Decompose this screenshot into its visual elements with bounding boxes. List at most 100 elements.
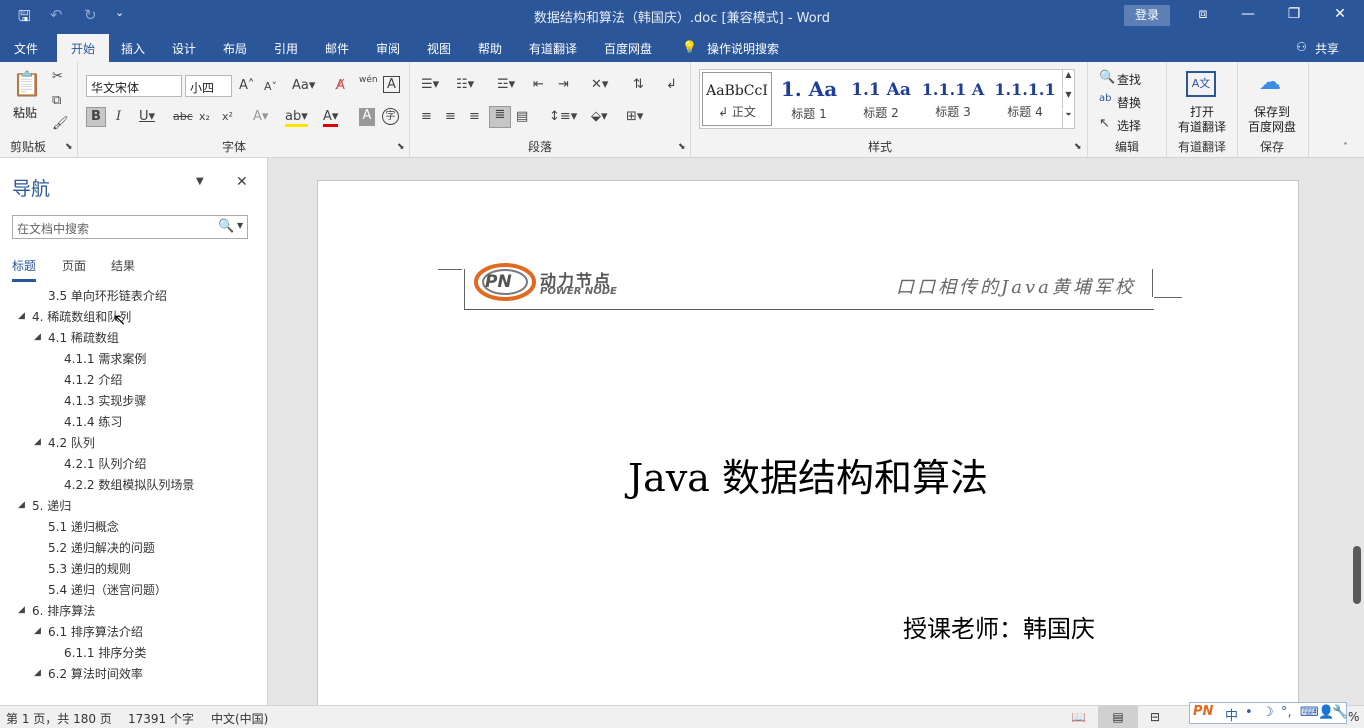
replace-button[interactable]: 替换	[1117, 94, 1141, 111]
shading-icon[interactable]: ⬙▾	[591, 109, 608, 124]
nav-heading-item[interactable]: 4.1.2 介绍	[64, 371, 122, 388]
tab-references[interactable]: 引用	[274, 40, 298, 57]
style-heading-3[interactable]: 1.1.1 A 标题 3	[918, 72, 988, 126]
login-button[interactable]: 登录	[1124, 5, 1170, 26]
superscript-icon[interactable]: x²	[222, 110, 233, 123]
borders-icon[interactable]: ⊞▾	[626, 109, 643, 124]
nav-heading-item[interactable]: 3.5 单向环形链表介绍	[48, 287, 167, 304]
change-case-icon[interactable]: Aa▾	[292, 78, 315, 93]
expand-toggle-icon[interactable]: ◢	[34, 668, 41, 678]
grow-font-icon[interactable]: A˄	[239, 78, 254, 93]
nav-heading-item[interactable]: 4.2.1 队列介绍	[64, 455, 146, 472]
italic-icon[interactable]: I	[116, 109, 121, 124]
asian-layout-icon[interactable]: ✕▾	[591, 77, 608, 92]
ime-lang-toggle[interactable]: 中	[1225, 705, 1238, 724]
baidu-cloud-icon[interactable]: ☁	[1259, 70, 1281, 95]
text-effects-icon[interactable]: A▾	[253, 109, 268, 124]
format-painter-icon[interactable]: 🖌	[52, 116, 69, 131]
dialog-launcher-icon[interactable]: ⬊	[397, 142, 405, 152]
youdao-icon[interactable]: A文	[1186, 71, 1216, 97]
numbering-icon[interactable]: ☷▾	[456, 77, 474, 92]
ime-symbol-icon[interactable]: °,	[1281, 705, 1292, 720]
nav-heading-item[interactable]: 6. 排序算法	[32, 602, 95, 619]
ime-punct-icon[interactable]: •	[1245, 705, 1253, 720]
underline-icon[interactable]: U▾	[139, 109, 155, 124]
expand-toggle-icon[interactable]: ◢	[18, 500, 25, 510]
dialog-launcher-icon[interactable]: ⬊	[65, 142, 73, 152]
language-indicator[interactable]: 中文(中国)	[211, 710, 268, 727]
expand-toggle-icon[interactable]: ◢	[18, 311, 25, 321]
select-button[interactable]: 选择	[1117, 117, 1141, 134]
document-title[interactable]: Java 数据结构和算法	[318, 447, 1298, 502]
subscript-icon[interactable]: x₂	[199, 110, 210, 123]
document-author[interactable]: 授课老师：韩国庆	[903, 609, 1095, 644]
font-size-select[interactable]: 小四	[185, 75, 232, 97]
word-count[interactable]: 17391 个字	[128, 710, 194, 727]
search-icon[interactable]: 🔍	[218, 219, 234, 234]
tab-help[interactable]: 帮助	[478, 40, 502, 57]
find-button[interactable]: 查找	[1117, 71, 1141, 88]
tab-pages[interactable]: 页面	[62, 257, 86, 274]
line-spacing-icon[interactable]: ↕≡▾	[549, 109, 577, 124]
style-heading-4[interactable]: 1.1.1.1 标题 4	[990, 72, 1060, 126]
tab-review[interactable]: 审阅	[376, 40, 400, 57]
tab-baidu[interactable]: 百度网盘	[604, 40, 652, 57]
ime-keyboard-icon[interactable]: ⌨	[1300, 705, 1319, 720]
zoom-level[interactable]: %	[1348, 710, 1359, 724]
dialog-launcher-icon[interactable]: ⬊	[1074, 142, 1082, 152]
restore-icon[interactable]: ❐	[1279, 6, 1309, 22]
style-heading-1[interactable]: 1. Aa 标题 1	[774, 72, 844, 126]
page-count[interactable]: 第 1 页，共 180 页	[6, 710, 112, 727]
nav-heading-item[interactable]: 4.2 队列	[48, 434, 95, 451]
nav-heading-item[interactable]: 6.2 算法时间效率	[48, 665, 143, 682]
font-color-icon[interactable]: A▾	[323, 109, 339, 127]
tab-layout[interactable]: 布局	[223, 40, 247, 57]
tab-home[interactable]: 开始	[57, 34, 110, 62]
paste-icon[interactable]: 📋	[12, 70, 42, 100]
scroll-up-icon[interactable]: ▲	[1062, 70, 1074, 89]
nav-close-icon[interactable]: ✕	[236, 174, 248, 190]
nav-heading-item[interactable]: 6.1.1 排序分类	[64, 644, 146, 661]
replace-icon[interactable]: ab	[1099, 93, 1111, 104]
justify-icon[interactable]: ≣	[489, 106, 511, 128]
shrink-font-icon[interactable]: A˅	[264, 80, 277, 93]
collapse-ribbon-icon[interactable]: ˄	[1343, 142, 1348, 153]
web-layout-icon[interactable]: ⊟	[1150, 710, 1160, 724]
char-shading-icon[interactable]: A	[359, 108, 375, 126]
show-marks-icon[interactable]: ↲	[666, 77, 677, 92]
bold-icon[interactable]: B	[86, 107, 106, 127]
ribbon-display-icon[interactable]: ⧈	[1188, 6, 1218, 22]
sort-icon[interactable]: ⇅	[633, 77, 644, 92]
align-left-icon[interactable]: ≡	[421, 109, 432, 124]
tab-design[interactable]: 设计	[172, 40, 196, 57]
style-heading-2[interactable]: 1.1 Aa 标题 2	[846, 72, 916, 126]
minimize-icon[interactable]: —	[1233, 6, 1263, 22]
share-button[interactable]: 共享	[1315, 40, 1339, 57]
tab-headings[interactable]: 标题	[12, 257, 37, 282]
nav-search-input[interactable]: 在文档中搜索	[12, 215, 248, 239]
tell-me-search[interactable]: 操作说明搜索	[707, 40, 779, 57]
expand-toggle-icon[interactable]: ◢	[34, 626, 41, 636]
search-dropdown-icon[interactable]: ▼	[237, 221, 243, 230]
tab-results[interactable]: 结果	[111, 257, 135, 274]
distributed-icon[interactable]: ▤	[516, 109, 528, 124]
scroll-down-icon[interactable]: ▼	[1062, 90, 1074, 109]
nav-heading-item[interactable]: 5.2 递归解决的问题	[48, 539, 155, 556]
close-icon[interactable]: ✕	[1325, 6, 1355, 22]
copy-icon[interactable]: ⧉	[52, 93, 61, 108]
nav-heading-item[interactable]: 5.4 递归（迷宫问题）	[48, 581, 167, 598]
read-mode-icon[interactable]: 📖	[1071, 710, 1086, 724]
more-styles-icon[interactable]: ⏷	[1062, 110, 1074, 128]
select-icon[interactable]: ↖	[1099, 116, 1110, 131]
tab-view[interactable]: 视图	[427, 40, 451, 57]
nav-heading-item[interactable]: 4.1.3 实现步骤	[64, 392, 146, 409]
paste-button[interactable]: 粘贴	[13, 104, 37, 121]
strikethrough-icon[interactable]: abc	[173, 110, 193, 123]
find-icon[interactable]: 🔍	[1099, 70, 1115, 85]
phonetic-guide-icon[interactable]: wén	[359, 75, 378, 85]
font-name-select[interactable]: 华文宋体	[86, 75, 182, 97]
youdao-open-line2[interactable]: 有道翻译	[1178, 118, 1226, 135]
multilevel-list-icon[interactable]: ☲▾	[497, 77, 515, 92]
highlight-icon[interactable]: ab▾	[285, 109, 308, 127]
nav-heading-item[interactable]: 4.1.4 练习	[64, 413, 122, 430]
